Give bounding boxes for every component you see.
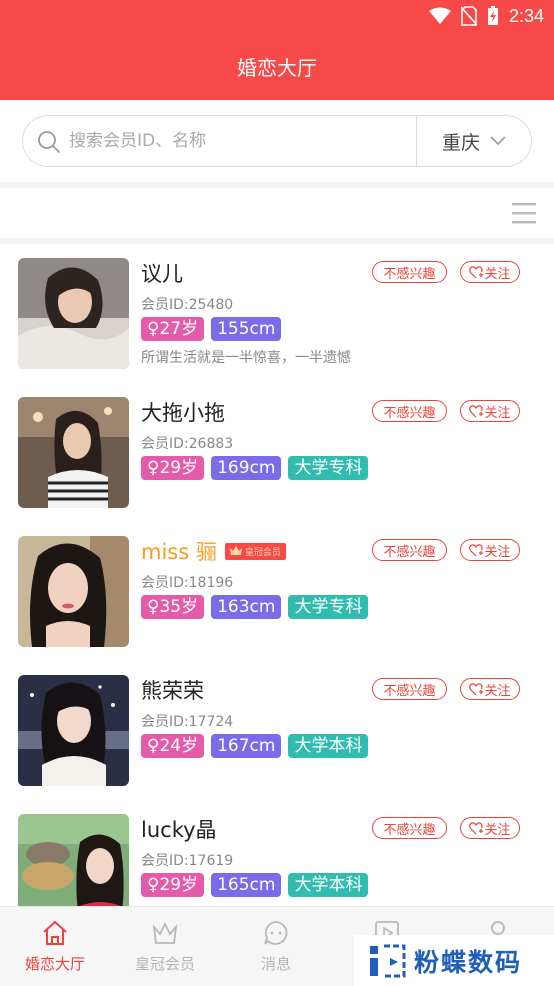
status-bar: 2:34 (0, 0, 554, 32)
member-name: miss 骊 皇冠会员 (141, 536, 286, 566)
search-input[interactable] (69, 118, 409, 164)
heart-plus-icon (469, 543, 484, 556)
watermark-logo-icon (370, 944, 406, 977)
member-list: 议儿 会员ID:25480 ♀27岁 155cm 所谓生活就是一半惊喜，一半遗憾… (0, 244, 554, 906)
tab-label: 皇冠会员 (134, 955, 195, 973)
title-bar: 婚恋大厅 (0, 32, 554, 100)
follow-label: 关注 (484, 544, 511, 560)
member-tags: ♀29岁 165cm 大学本科 (141, 873, 369, 897)
city-select[interactable]: 重庆 (417, 116, 531, 166)
avatar[interactable] (18, 258, 129, 369)
follow-button[interactable]: 关注 (460, 261, 520, 283)
member-id: 会员ID:17724 (141, 714, 234, 730)
member-motto: 所谓生活就是一半惊喜，一半遗憾 (141, 350, 351, 366)
age-tag: ♀29岁 (141, 456, 205, 480)
crown-icon (152, 921, 178, 944)
battery-charging-icon (487, 6, 498, 25)
heart-plus-icon (469, 265, 484, 278)
no-sim-icon (460, 6, 477, 26)
age-tag: ♀27岁 (141, 317, 205, 341)
education-tag: 大学本科 (288, 734, 369, 758)
education-tag: 大学专科 (288, 456, 369, 480)
follow-label: 关注 (484, 266, 511, 282)
age-tag: ♀24岁 (141, 734, 205, 758)
education-tag: 大学专科 (288, 595, 369, 619)
member-name: 议儿 (141, 258, 183, 288)
member-tags: ♀24岁 167cm 大学本科 (141, 734, 369, 758)
wifi-icon (428, 7, 451, 24)
heart-plus-icon (469, 404, 484, 417)
member-id: 会员ID:25480 (141, 297, 234, 313)
vip-badge: 皇冠会员 (224, 542, 286, 560)
vip-label: 皇冠会员 (244, 547, 281, 558)
not-interested-button[interactable]: 不感兴趣 (372, 678, 447, 700)
heart-plus-icon (469, 682, 484, 695)
watermark: 粉蝶数码 (354, 935, 554, 986)
tab-messages[interactable]: 消息 (221, 907, 331, 986)
tab-vip[interactable]: 皇冠会员 (110, 907, 220, 986)
not-interested-button[interactable]: 不感兴趣 (372, 400, 447, 422)
crown-icon (229, 546, 242, 555)
follow-label: 关注 (484, 683, 511, 699)
age-tag: ♀35岁 (141, 595, 205, 619)
member-id: 会员ID:17619 (141, 853, 234, 869)
height-tag: 163cm (211, 595, 282, 619)
member-card[interactable]: 熊荣荣 会员ID:17724 ♀24岁 167cm 大学本科 不感兴趣 关注 (0, 661, 554, 800)
avatar[interactable] (18, 814, 129, 906)
member-tags: ♀29岁 169cm 大学专科 (141, 456, 369, 480)
tab-label: 婚恋大厅 (24, 955, 85, 973)
member-card[interactable]: lucky晶 会员ID:17619 ♀29岁 165cm 大学本科 不感兴趣 关… (0, 800, 554, 906)
follow-button[interactable]: 关注 (460, 817, 520, 839)
tab-label: 消息 (260, 955, 291, 973)
heart-plus-icon (469, 821, 484, 834)
chevron-down-icon (490, 136, 506, 146)
member-tags: ♀35岁 163cm 大学专科 (141, 595, 369, 619)
member-name-text: 熊荣荣 (141, 679, 204, 703)
age-tag: ♀29岁 (141, 873, 205, 897)
home-icon (43, 920, 67, 945)
follow-button[interactable]: 关注 (460, 678, 520, 700)
member-name: 大拖小拖 (141, 397, 225, 427)
message-icon (264, 921, 288, 945)
city-label: 重庆 (441, 131, 480, 154)
member-card[interactable]: 大拖小拖 会员ID:26883 ♀29岁 169cm 大学专科 不感兴趣 关注 (0, 383, 554, 522)
watermark-text: 粉蝶数码 (414, 947, 523, 977)
not-interested-button[interactable]: 不感兴趣 (372, 539, 447, 561)
avatar[interactable] (18, 536, 129, 647)
page-title: 婚恋大厅 (237, 55, 317, 80)
follow-button[interactable]: 关注 (460, 400, 520, 422)
search-box: 重庆 (22, 115, 532, 167)
height-tag: 165cm (211, 873, 282, 897)
filter-row (0, 188, 554, 238)
not-interested-button[interactable]: 不感兴趣 (372, 261, 447, 283)
search-icon (38, 131, 60, 153)
not-interested-button[interactable]: 不感兴趣 (372, 817, 447, 839)
avatar[interactable] (18, 675, 129, 786)
height-tag: 155cm (211, 317, 282, 341)
member-name: lucky晶 (141, 814, 217, 844)
member-name: 熊荣荣 (141, 675, 204, 705)
avatar[interactable] (18, 397, 129, 508)
member-name-text: lucky晶 (141, 818, 217, 842)
follow-button[interactable]: 关注 (460, 539, 520, 561)
height-tag: 167cm (211, 734, 282, 758)
search-bar: 重庆 (0, 100, 554, 182)
height-tag: 169cm (211, 456, 282, 480)
member-name-text: 大拖小拖 (141, 401, 225, 425)
follow-label: 关注 (484, 405, 511, 421)
member-card[interactable]: miss 骊 皇冠会员 会员ID:18196 ♀35岁 163cm 大学专科 不… (0, 522, 554, 661)
status-icons: 2:34 (428, 4, 544, 28)
member-name-text: miss 骊 (141, 540, 217, 564)
education-tag: 大学本科 (288, 873, 369, 897)
menu-icon[interactable] (512, 202, 536, 224)
follow-label: 关注 (484, 822, 511, 838)
member-id: 会员ID:18196 (141, 575, 234, 591)
status-time: 2:34 (508, 5, 544, 26)
member-id: 会员ID:26883 (141, 436, 234, 452)
member-card[interactable]: 议儿 会员ID:25480 ♀27岁 155cm 所谓生活就是一半惊喜，一半遗憾… (0, 244, 554, 383)
member-name-text: 议儿 (141, 262, 183, 286)
member-tags: ♀27岁 155cm (141, 317, 282, 341)
tab-hall[interactable]: 婚恋大厅 (0, 907, 110, 986)
